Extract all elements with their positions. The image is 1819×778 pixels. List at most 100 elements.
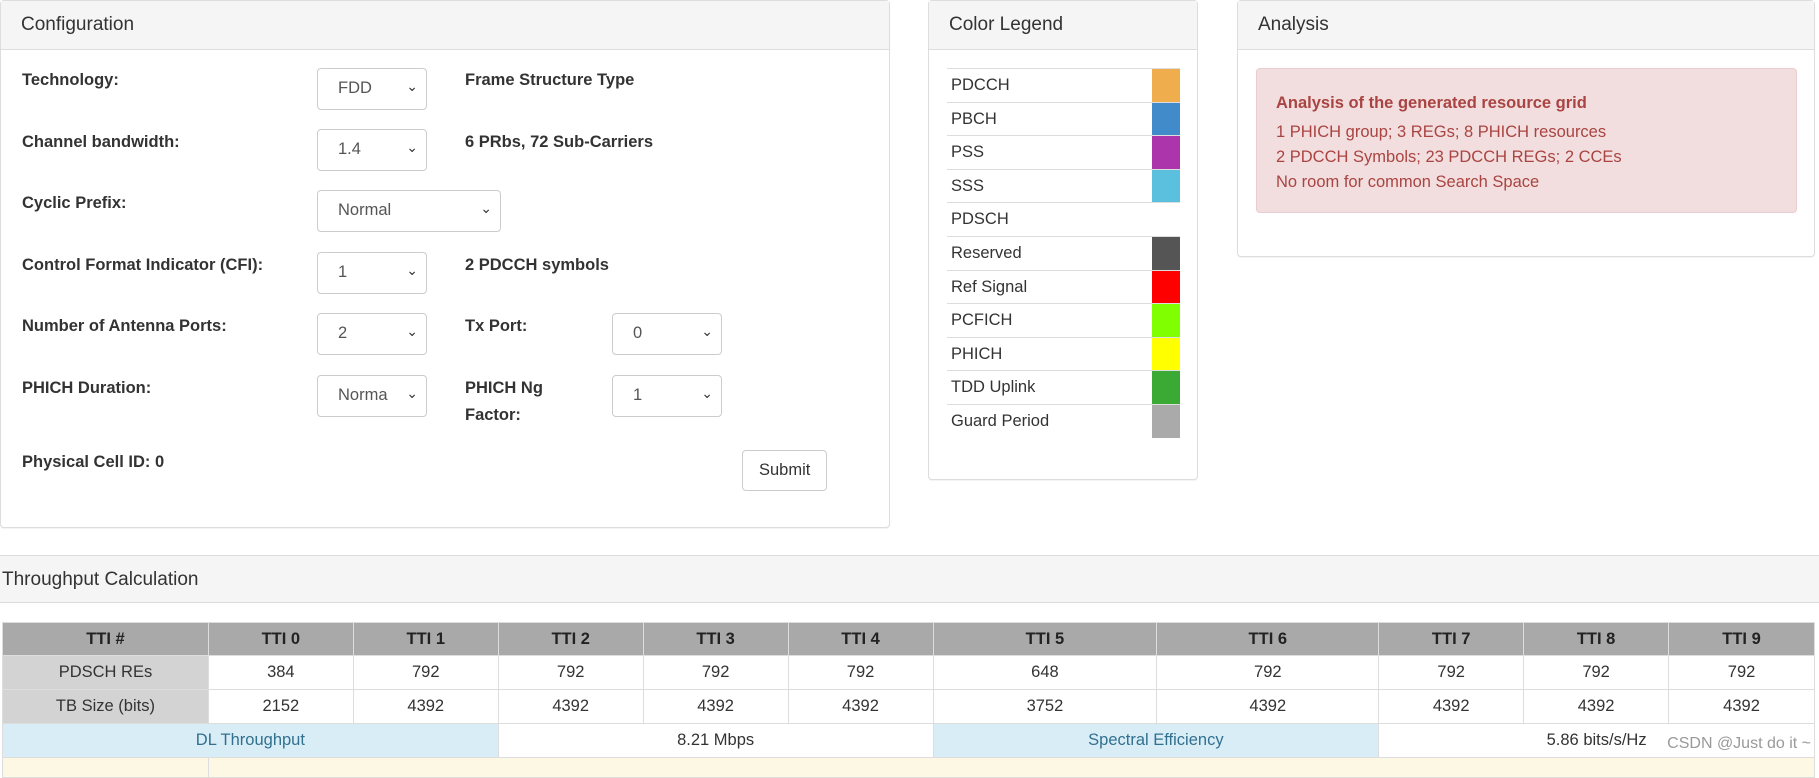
analysis-line: No room for common Search Space (1276, 173, 1540, 191)
analysis-line: 1 PHICH group; 3 REGs; 8 PHICH resources (1276, 123, 1607, 141)
antenna-ports-label: Number of Antenna Ports: (22, 317, 227, 335)
legend-item: PDSCH (947, 202, 1180, 236)
column-header: TTI 7 (1378, 622, 1525, 656)
panel-title: Color Legend (929, 1, 1197, 50)
row-header: PDSCH REs (2, 655, 209, 690)
legend-label: PDCCH (951, 76, 1010, 94)
label-line: Factor: (465, 406, 521, 424)
table-cell: 4392 (1156, 689, 1380, 724)
table-cell: 4392 (497, 689, 644, 724)
selected-value: 1 (633, 386, 643, 404)
cyclic-prefix-label: Cyclic Prefix: (22, 194, 127, 212)
selected-value: 0 (633, 324, 643, 342)
selected-value: 2 (338, 324, 348, 342)
color-swatch (1152, 169, 1180, 203)
submit-button[interactable]: Submit (742, 450, 828, 491)
table-cell: 792 (1668, 655, 1815, 690)
color-swatch (1152, 270, 1180, 304)
column-header: TTI 3 (642, 622, 789, 656)
table-cell: 792 (352, 655, 499, 690)
selected-value: FDD (338, 79, 372, 97)
watermark: CSDN @Just do it ~ (1667, 735, 1811, 753)
phich-ng-select[interactable]: 1 ⌄ (612, 375, 722, 417)
legend-label: Ref Signal (951, 277, 1028, 296)
technology-label: Technology: (22, 71, 119, 89)
cfi-select[interactable]: 1 ⌄ (317, 252, 427, 294)
selected-value: 1 (338, 263, 348, 281)
phich-duration-select[interactable]: Norma ⌄ (317, 375, 427, 417)
dl-throughput-value: 8.21 Mbps (497, 723, 934, 758)
technology-select[interactable]: FDD ⌄ (317, 68, 427, 110)
legend-item: Reserved (947, 236, 1180, 270)
legend-label: PHICH (951, 344, 1003, 363)
table-cell: 4392 (1668, 689, 1815, 724)
chevron-down-icon: ⌄ (406, 78, 418, 94)
legend-item: PHICH (947, 336, 1180, 371)
legend-label: TDD Uplink (951, 378, 1036, 397)
analysis-panel: Analysis Analysis of the generated resou… (1237, 0, 1815, 257)
chevron-down-icon: ⌄ (406, 323, 418, 339)
column-header: TTI 5 (932, 622, 1158, 656)
legend-label: PCFICH (951, 311, 1013, 330)
legend-label: SSS (951, 176, 985, 195)
legend-item: TDD Uplink (947, 370, 1180, 405)
chevron-down-icon: ⌄ (406, 385, 418, 401)
legend-label: PBCH (951, 109, 997, 128)
table-cell: 792 (1378, 655, 1525, 690)
label-line: PHICH Ng (465, 379, 543, 397)
selected-value: 1.4 (338, 140, 361, 158)
antenna-ports-select[interactable]: 2 ⌄ (317, 313, 427, 355)
column-header: TTI 6 (1156, 622, 1380, 656)
table-cell: 4392 (1378, 689, 1525, 724)
panel-title: Analysis (1238, 1, 1814, 50)
legend-label: PSS (951, 143, 985, 162)
phich-ng-label: PHICH Ng Factor: (465, 377, 543, 426)
table-cell: 792 (497, 655, 644, 690)
table-cell: 792 (787, 655, 934, 690)
throughput-header: Throughput Calculation (0, 555, 1819, 603)
column-header: TTI 2 (497, 622, 644, 656)
color-legend-panel: Color Legend PDCCH PBCH PSS SSS PDSCH Reserve… (928, 0, 1198, 480)
table-row: TB Size (bits) 2152 4392 4392 4392 4392 3752 43… (2, 689, 1815, 724)
legend-item: PBCH (947, 101, 1180, 136)
table-cell: 792 (1523, 655, 1670, 690)
phich-duration-label: PHICH Duration: (22, 379, 152, 397)
table-cell: 4392 (787, 689, 934, 724)
chevron-down-icon: ⌄ (701, 323, 713, 339)
column-header: TTI 1 (352, 622, 499, 656)
tx-port-label: Tx Port: (465, 317, 528, 335)
chevron-down-icon: ⌄ (480, 200, 492, 216)
analysis-line: 2 PDCCH Symbols; 23 PDCCH REGs; 2 CCEs (1276, 148, 1622, 166)
legend-label: PDSCH (951, 210, 1009, 229)
table-cell: 3752 (932, 689, 1158, 724)
table-cell: 2152 (207, 689, 354, 724)
selected-value: Norma (338, 386, 388, 404)
chevron-down-icon: ⌄ (406, 139, 418, 155)
table-cell: 648 (932, 655, 1158, 690)
bandwidth-select[interactable]: 1.4 ⌄ (317, 129, 427, 171)
throughput-table: TTI # TTI 0 TTI 1 TTI 2 TTI 3 TTI 4 TTI 5 TTI 6… (2, 622, 1816, 778)
dl-throughput-label: DL Throughput (2, 723, 499, 758)
column-header: TTI 4 (787, 622, 934, 656)
summary-row: DL Throughput 8.21 Mbps Spectral Efficienc… (2, 723, 1815, 758)
chevron-down-icon: ⌄ (701, 385, 713, 401)
color-swatch (1152, 304, 1180, 338)
color-swatch (1152, 136, 1180, 170)
spectral-efficiency-label: Spectral Efficiency (932, 723, 1380, 758)
table-cell: 4392 (352, 689, 499, 724)
legend-item: PCFICH (947, 303, 1180, 338)
cell-id-label: Physical Cell ID: 0 (22, 453, 165, 471)
legend-item: Guard Period (947, 404, 1180, 438)
legend-item: PDCCH (947, 68, 1180, 102)
tx-port-select[interactable]: 0 ⌄ (612, 313, 722, 355)
table-cell: 4392 (642, 689, 789, 724)
color-swatch (1152, 237, 1180, 270)
configuration-panel: Configuration Technology: FDD ⌄ Frame Str… (0, 0, 890, 528)
cyclic-prefix-select[interactable]: Normal ⌄ (317, 190, 501, 232)
bandwidth-info: 6 PRbs, 72 Sub-Carriers (465, 133, 653, 151)
column-header: TTI 0 (207, 622, 354, 656)
color-swatch (1152, 371, 1180, 405)
table-row (2, 757, 1816, 778)
table-cell: 792 (642, 655, 789, 690)
table-cell: 4392 (1523, 689, 1670, 724)
